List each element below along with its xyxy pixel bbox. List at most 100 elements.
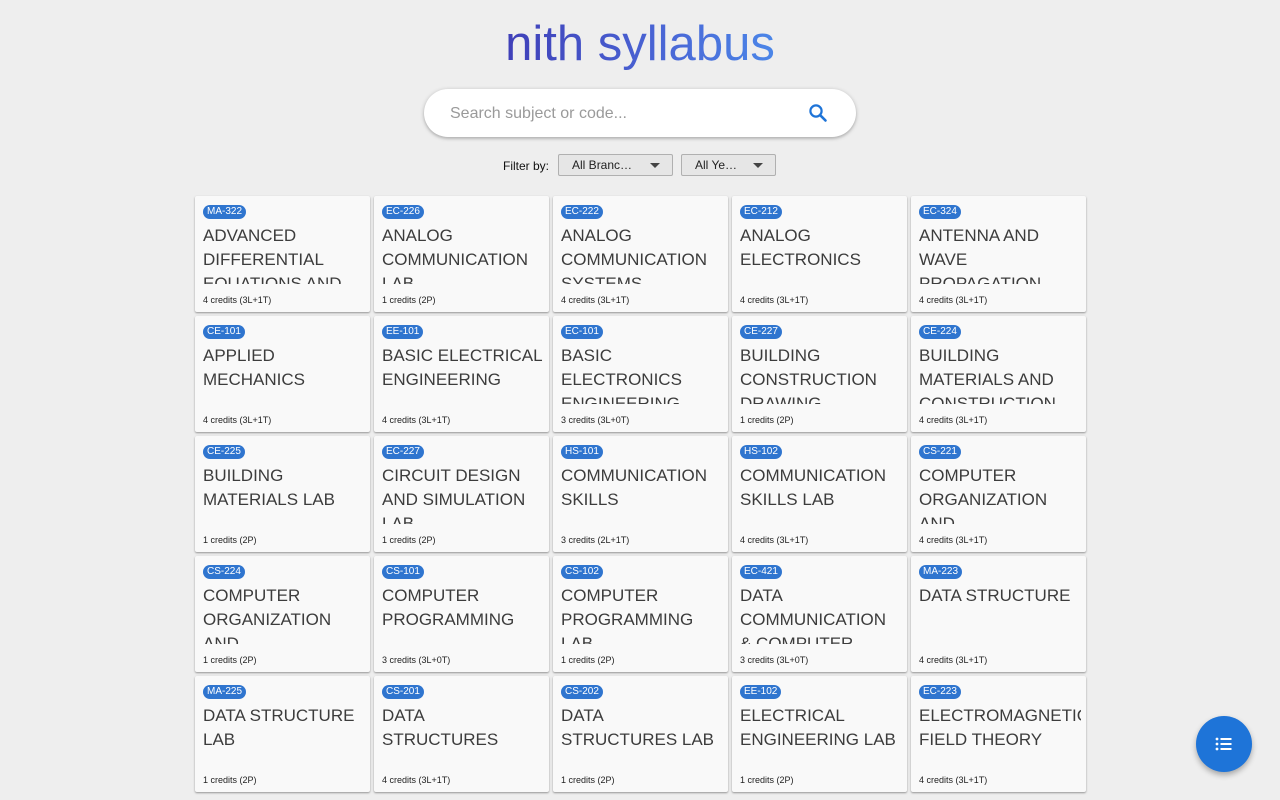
- subject-name: Applied Mechanics: [203, 346, 306, 389]
- subject-credits: 1 credits (2P): [740, 775, 794, 785]
- credits-split: (2P): [239, 535, 257, 545]
- subject-credits: 4 credits (3L+1T): [561, 295, 629, 305]
- subject-card[interactable]: MA-223 Data Structure 4 credits (3L+1T): [911, 556, 1086, 672]
- subject-code-badge: CS-224: [203, 565, 245, 579]
- subject-credits: 1 credits (2P): [740, 415, 794, 425]
- subject-code-badge: EE-102: [740, 685, 782, 699]
- subject-card[interactable]: MA-225 Data Structure Lab 1 credits (2P): [195, 676, 370, 792]
- subject-card[interactable]: EC-222 Analog Communication Systems 4 cred…: [553, 196, 728, 312]
- credits-count: 4 credits: [740, 535, 775, 545]
- subject-credits: 4 credits (3L+1T): [382, 775, 450, 785]
- subject-card[interactable]: CS-102 Computer Programming Lab 1 credits …: [553, 556, 728, 672]
- credits-count: 1 credits: [382, 535, 417, 545]
- subject-code-badge: CS-101: [382, 565, 424, 579]
- subject-card[interactable]: EC-421 Data Communication & Computer 3 cre…: [732, 556, 907, 672]
- subject-credits: 1 credits (2P): [382, 295, 436, 305]
- credits-split: (2P): [239, 775, 257, 785]
- subject-card[interactable]: EC-227 Circuit Design and Simulation Lab 1…: [374, 436, 549, 552]
- subject-card[interactable]: MA-322 Advanced Differential Equations an…: [195, 196, 370, 312]
- subject-card[interactable]: CS-101 Computer Programming 3 credits (3L+…: [374, 556, 549, 672]
- credits-split: (3L+1T): [955, 295, 988, 305]
- credits-split: (3L+1T): [418, 415, 451, 425]
- credits-count: 1 credits: [203, 775, 238, 785]
- caret-down-icon: [650, 163, 661, 168]
- subject-card[interactable]: HS-101 Communication Skills 3 credits (2L+…: [553, 436, 728, 552]
- subject-credits: 4 credits (3L+1T): [740, 295, 808, 305]
- subject-code-badge: CS-102: [561, 565, 603, 579]
- credits-count: 3 credits: [561, 535, 596, 545]
- credits-split: (3L+1T): [776, 535, 809, 545]
- subject-card[interactable]: HS-102 Communication Skills Lab 4 credits …: [732, 436, 907, 552]
- subject-card[interactable]: EC-324 Antenna and Wave Propagation 4 cred…: [911, 196, 1086, 312]
- credits-split: (3L+1T): [955, 775, 988, 785]
- credits-split: (3L+0T): [418, 655, 451, 665]
- subject-name: Data Structure: [919, 586, 1071, 605]
- search-bar: [424, 89, 856, 139]
- subject-card[interactable]: EE-101 Basic Electrical Engineering 4 cred…: [374, 316, 549, 432]
- credits-count: 4 credits: [382, 775, 417, 785]
- subject-card[interactable]: CS-221 Computer Organization and 4 credits…: [911, 436, 1086, 552]
- credits-count: 1 credits: [740, 775, 775, 785]
- filter-bar: Filter by: All Branches All Years: [503, 153, 784, 177]
- subject-name: Data Structures Lab: [561, 706, 715, 749]
- subject-name: Analog Electronics: [740, 226, 861, 269]
- subject-credits: 1 credits (2P): [561, 655, 615, 665]
- subject-name: Computer Programming Lab: [561, 586, 694, 644]
- credits-count: 1 credits: [203, 655, 238, 665]
- list-fab-button[interactable]: [1196, 716, 1252, 772]
- subject-code-badge: EC-227: [382, 445, 424, 459]
- credits-count: 4 credits: [919, 535, 954, 545]
- subject-credits: 3 credits (2L+1T): [561, 535, 629, 545]
- subject-code-badge: EC-226: [382, 205, 424, 219]
- credits-count: 4 credits: [919, 295, 954, 305]
- subject-card[interactable]: EC-101 Basic Electronics Engineering 3 cre…: [553, 316, 728, 432]
- credits-count: 4 credits: [919, 415, 954, 425]
- subject-name: Analog Communication Systems: [561, 226, 708, 284]
- subject-credits: 4 credits (3L+1T): [740, 535, 808, 545]
- subject-card[interactable]: EC-226 Analog Communication Lab 1 credits …: [374, 196, 549, 312]
- app-title-text: nith syllabus: [505, 17, 775, 71]
- search-icon[interactable]: [806, 101, 830, 125]
- credits-count: 4 credits: [561, 295, 596, 305]
- subject-credits: 4 credits (3L+1T): [919, 415, 987, 425]
- caret-down-icon: [753, 163, 764, 168]
- search-input[interactable]: [448, 89, 812, 139]
- subject-card[interactable]: CS-201 Data Structures 4 credits (3L+1T): [374, 676, 549, 792]
- subject-credits: 4 credits (3L+1T): [919, 535, 987, 545]
- subject-card[interactable]: CE-224 Building Materials and Constructio…: [911, 316, 1086, 432]
- credits-count: 1 credits: [382, 295, 417, 305]
- branch-select-value: All Branches: [572, 158, 637, 172]
- credits-split: (2L+1T): [597, 535, 630, 545]
- subject-card[interactable]: CS-202 Data Structures Lab 1 credits (2P): [553, 676, 728, 792]
- subject-name: Electromagnetic Field Theory: [919, 706, 1081, 749]
- subject-code-badge: CS-202: [561, 685, 603, 699]
- credits-split: (2P): [597, 775, 615, 785]
- subject-card[interactable]: CE-225 Building Materials Lab 1 credits (2…: [195, 436, 370, 552]
- credits-split: (3L+1T): [597, 295, 630, 305]
- subject-credits: 4 credits (3L+1T): [919, 295, 987, 305]
- subject-credits: 1 credits (2P): [382, 535, 436, 545]
- credits-split: (3L+1T): [955, 535, 988, 545]
- credits-count: 4 credits: [919, 775, 954, 785]
- subject-card[interactable]: CS-224 Computer Organization and 1 credits…: [195, 556, 370, 672]
- subject-card[interactable]: EC-212 Analog Electronics 4 credits (3L+1T…: [732, 196, 907, 312]
- subject-credits: 4 credits (3L+1T): [382, 415, 450, 425]
- subject-name: Building Construction Drawing: [740, 346, 877, 404]
- subject-code-badge: EC-223: [919, 685, 961, 699]
- credits-count: 3 credits: [382, 655, 417, 665]
- subject-credits: 3 credits (3L+0T): [382, 655, 450, 665]
- subject-code-badge: CS-221: [919, 445, 961, 459]
- subject-card[interactable]: CE-101 Applied Mechanics 4 credits (3L+1T): [195, 316, 370, 432]
- credits-count: 4 credits: [740, 295, 775, 305]
- filter-label: Filter by:: [503, 158, 550, 173]
- branch-select[interactable]: All Branches: [558, 154, 674, 176]
- subject-code-badge: MA-225: [203, 685, 247, 699]
- subject-card[interactable]: CE-227 Building Construction Drawing 1 cre…: [732, 316, 907, 432]
- subject-name: Basic Electrical Engineering: [382, 346, 542, 389]
- subject-name: Building Materials Lab: [203, 466, 335, 509]
- subject-card[interactable]: EC-223 Electromagnetic Field Theory 4 cred…: [911, 676, 1086, 792]
- subject-card[interactable]: EE-102 Electrical Engineering Lab 1 credit…: [732, 676, 907, 792]
- subject-code-badge: HS-102: [740, 445, 782, 459]
- year-select[interactable]: All Years: [681, 154, 777, 176]
- subject-name: Communication Skills: [561, 466, 708, 509]
